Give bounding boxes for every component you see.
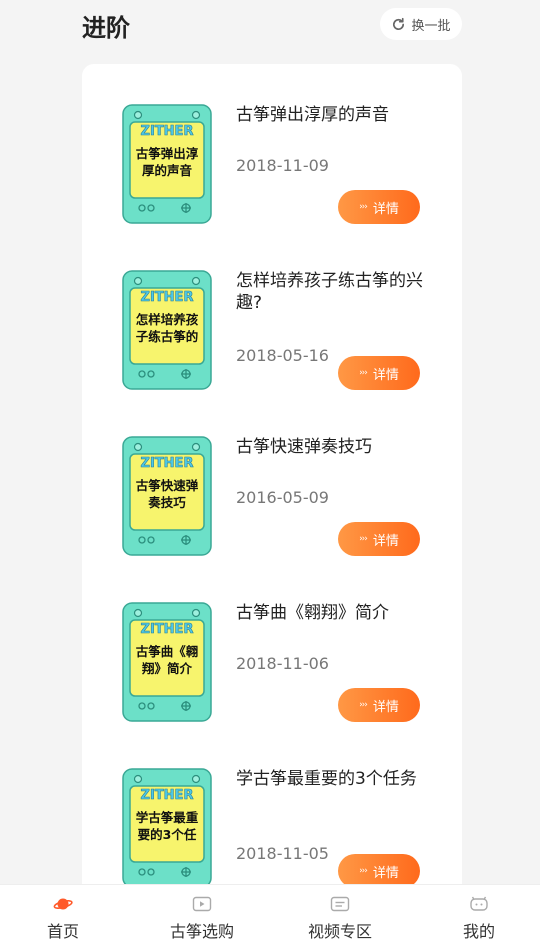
tab-home[interactable]: 首页 [30, 885, 96, 942]
svg-text:ZITHER: ZITHER [141, 124, 194, 139]
detail-button[interactable]: ››› 详情 [338, 522, 420, 556]
detail-button-label: 详情 [372, 865, 399, 881]
article-date: 2016-05-09 [236, 488, 329, 507]
article-title[interactable]: 怎样培养孩子练古筝的兴趣? [236, 270, 436, 314]
refresh-label: 换一批 [411, 18, 451, 34]
detail-button[interactable]: ››› 详情 [338, 190, 420, 224]
planet-icon [53, 896, 73, 912]
article-title[interactable]: 古筝弹出淳厚的声音 [236, 104, 436, 126]
article-title[interactable]: 古筝快速弹奏技巧 [236, 436, 436, 458]
article-title[interactable]: 古筝曲《翱翔》简介 [236, 602, 436, 624]
svg-text:ZITHER: ZITHER [141, 622, 194, 637]
list-item[interactable]: ZITHER 古筝快速弹奏技巧 古筝快速弹奏技巧 2016-05-09 ››› … [82, 396, 462, 556]
article-thumbnail[interactable]: ZITHER 学古筝最重要的3个任 [122, 768, 212, 888]
tab-mine[interactable]: 我的 [446, 885, 512, 942]
detail-button-label: 详情 [372, 201, 399, 217]
play-box-icon [192, 896, 212, 912]
article-date: 2018-05-16 [236, 346, 329, 365]
detail-button[interactable]: ››› 详情 [338, 356, 420, 390]
article-date: 2018-11-06 [236, 654, 329, 673]
article-thumbnail[interactable]: ZITHER 古筝快速弹奏技巧 [122, 436, 212, 556]
double-chevron-right-icon: ››› [359, 866, 368, 876]
list-item[interactable]: ZITHER 怎样培养孩子练古筝的 怎样培养孩子练古筝的兴趣? 2018-05-… [82, 230, 462, 390]
svg-text:ZITHER: ZITHER [141, 290, 194, 305]
detail-button-label: 详情 [372, 533, 399, 549]
page-title: 进阶 [82, 14, 130, 42]
robot-face-icon [469, 896, 489, 912]
bottom-tab-bar: 首页 古筝选购 视频专区 我的 [0, 884, 540, 942]
refresh-icon [391, 17, 406, 32]
thumbnail-caption: 古筝弹出淳厚的声音 [135, 146, 199, 178]
article-thumbnail[interactable]: ZITHER 古筝弹出淳厚的声音 [122, 104, 212, 224]
tab-label: 古筝选购 [169, 922, 234, 941]
article-thumbnail[interactable]: ZITHER 怎样培养孩子练古筝的 [122, 270, 212, 390]
svg-text:ZITHER: ZITHER [141, 456, 194, 471]
article-date: 2018-11-09 [236, 156, 329, 175]
header: 进阶 换一批 [0, 0, 540, 60]
double-chevron-right-icon: ››› [359, 202, 368, 212]
thumbnail-caption: 怎样培养孩子练古筝的 [135, 312, 199, 344]
thumbnail-caption: 古筝曲《翱翔》简介 [135, 644, 199, 676]
article-thumbnail[interactable]: ZITHER 古筝曲《翱翔》简介 [122, 602, 212, 722]
tab-label: 我的 [462, 922, 495, 941]
list-item[interactable]: ZITHER 古筝弹出淳厚的声音 古筝弹出淳厚的声音 2018-11-09 ››… [82, 64, 462, 224]
tab-label: 视频专区 [307, 922, 372, 941]
article-date: 2018-11-05 [236, 844, 329, 863]
list-item[interactable]: ZITHER 古筝曲《翱翔》简介 古筝曲《翱翔》简介 2018-11-06 ››… [82, 562, 462, 722]
thumbnail-caption: 古筝快速弹奏技巧 [135, 478, 199, 510]
article-title[interactable]: 学古筝最重要的3个任务 [236, 768, 436, 790]
thumbnail-caption: 学古筝最重要的3个任 [135, 810, 199, 842]
list-item[interactable]: ZITHER 学古筝最重要的3个任 学古筝最重要的3个任务 2018-11-05… [82, 728, 462, 888]
double-chevron-right-icon: ››› [359, 534, 368, 544]
refresh-button[interactable]: 换一批 [380, 8, 462, 40]
double-chevron-right-icon: ››› [359, 368, 368, 378]
tab-zither-shopping[interactable]: 古筝选购 [160, 885, 244, 942]
detail-button[interactable]: ››› 详情 [338, 854, 420, 888]
tab-label: 首页 [46, 922, 79, 941]
double-chevron-right-icon: ››› [359, 700, 368, 710]
detail-button-label: 详情 [372, 699, 399, 715]
message-box-icon [330, 896, 350, 912]
article-list: ZITHER 古筝弹出淳厚的声音 古筝弹出淳厚的声音 2018-11-09 ››… [82, 64, 462, 942]
detail-button[interactable]: ››› 详情 [338, 688, 420, 722]
tab-videos[interactable]: 视频专区 [298, 885, 382, 942]
detail-button-label: 详情 [372, 367, 399, 383]
svg-text:ZITHER: ZITHER [141, 788, 194, 803]
